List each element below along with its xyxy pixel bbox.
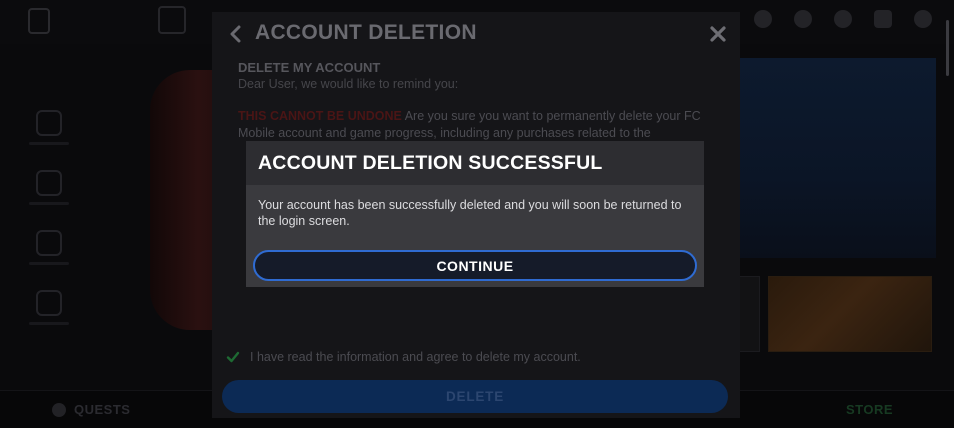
delete-label: DELETE	[445, 389, 505, 404]
continue-label: CONTINUE	[436, 257, 514, 274]
gems-icon	[794, 10, 812, 28]
agree-label: I have read the information and agree to…	[250, 350, 581, 364]
back-button[interactable]	[224, 22, 248, 46]
players-icon	[36, 169, 62, 196]
side-nav-item	[14, 158, 84, 216]
side-nav-item	[14, 218, 84, 276]
quests-icon	[52, 402, 66, 417]
profile-frame-icon	[158, 6, 186, 34]
panel-header: ACCOUNT DELETION	[212, 12, 740, 56]
close-button[interactable]	[705, 21, 731, 47]
scrollbar	[946, 20, 949, 76]
hub-top-icons	[754, 10, 932, 28]
hub-side-nav	[14, 98, 84, 338]
quests-link: QUESTS	[52, 402, 130, 417]
trophy-icon	[36, 229, 62, 256]
deletion-success-dialog: ACCOUNT DELETION SUCCESSFUL Your account…	[246, 141, 704, 287]
shirt-icon	[36, 289, 62, 316]
delete-button[interactable]: DELETE	[222, 380, 728, 413]
dialog-message: Your account has been successfully delet…	[258, 198, 682, 228]
tokens-icon	[834, 10, 852, 28]
store-link: STORE	[846, 402, 894, 417]
currency-icon	[754, 10, 772, 28]
shield-icon	[36, 109, 62, 136]
checkmark-icon[interactable]	[226, 350, 240, 364]
chevron-left-icon	[230, 25, 241, 43]
settings-icon	[914, 10, 932, 28]
club-crest-icon	[28, 8, 50, 34]
warning-paragraph: THIS CANNOT BE UNDONE Are you sure you w…	[238, 108, 718, 142]
quests-label: QUESTS	[74, 402, 131, 417]
section-title: DELETE MY ACCOUNT	[238, 60, 381, 75]
side-nav-item	[14, 278, 84, 336]
mail-icon	[874, 10, 892, 28]
panel-title: ACCOUNT DELETION	[255, 21, 477, 44]
promo-tile-event	[768, 276, 932, 352]
dialog-title: ACCOUNT DELETION SUCCESSFUL	[258, 152, 603, 174]
mode-promo-banner	[738, 58, 936, 258]
close-icon	[710, 26, 726, 42]
greeting-text: Dear User, we would like to remind you:	[238, 77, 459, 91]
dialog-header: ACCOUNT DELETION SUCCESSFUL	[246, 141, 704, 185]
warning-intro: THIS CANNOT BE UNDONE	[238, 109, 402, 123]
side-nav-item	[14, 98, 84, 156]
continue-button[interactable]: CONTINUE	[253, 250, 697, 281]
agree-checkbox-row[interactable]: I have read the information and agree to…	[226, 350, 581, 364]
